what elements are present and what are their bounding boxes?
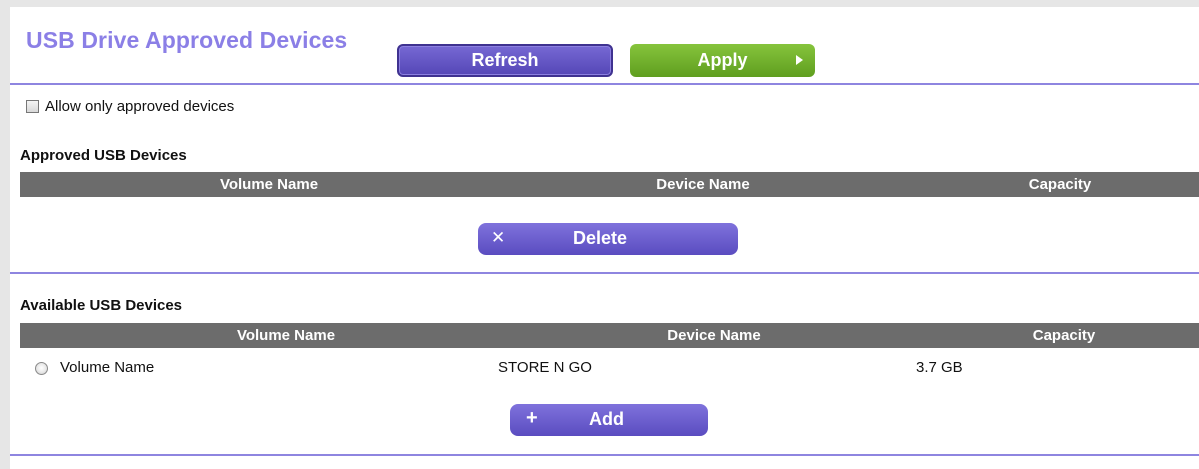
column-header-device-name: Device Name: [667, 327, 761, 344]
allow-only-approved-label: Allow only approved devices: [45, 98, 235, 115]
usb-approved-devices-page: USB Drive Approved Devices Refresh Apply…: [10, 7, 1199, 469]
column-header-device-name: Device Name: [656, 176, 750, 193]
approved-devices-table-header: Volume Name Device Name Capacity: [20, 172, 1199, 197]
allow-only-approved-checkbox[interactable]: [26, 100, 39, 113]
apply-button-label: Apply: [697, 50, 748, 70]
refresh-button[interactable]: Refresh: [397, 44, 613, 77]
column-header-volume-name: Volume Name: [236, 327, 336, 344]
add-button-label: Add: [589, 409, 624, 429]
approved-section-divider: [10, 272, 1199, 274]
column-header-capacity: Capacity: [1032, 327, 1096, 344]
refresh-button-label: Refresh: [471, 50, 539, 70]
add-button[interactable]: + Add: [510, 404, 708, 436]
available-devices-title: Available USB Devices: [20, 297, 183, 314]
page-title: USB Drive Approved Devices: [26, 27, 348, 53]
column-header-volume-name: Volume Name: [219, 176, 319, 193]
arrow-right-icon: [796, 55, 803, 65]
available-section-divider: [10, 454, 1199, 456]
close-icon: ✕: [491, 228, 506, 247]
device-select-radio[interactable]: [35, 362, 48, 375]
plus-icon: +: [526, 407, 538, 429]
device-name-cell: STORE N GO: [498, 359, 592, 376]
capacity-cell: 3.7 GB: [916, 359, 963, 376]
approved-devices-title: Approved USB Devices: [20, 147, 187, 164]
volume-name-cell: Volume Name: [60, 359, 155, 376]
header-divider: [10, 83, 1199, 85]
table-row: Volume Name STORE N GO 3.7 GB: [20, 356, 1199, 380]
allow-only-approved-option: Allow only approved devices: [26, 98, 234, 115]
available-devices-table-header: Volume Name Device Name Capacity: [20, 323, 1199, 348]
delete-button-label: Delete: [573, 228, 628, 248]
column-header-capacity: Capacity: [1028, 176, 1092, 193]
delete-button[interactable]: ✕ Delete: [478, 223, 738, 255]
apply-button[interactable]: Apply: [630, 44, 815, 77]
